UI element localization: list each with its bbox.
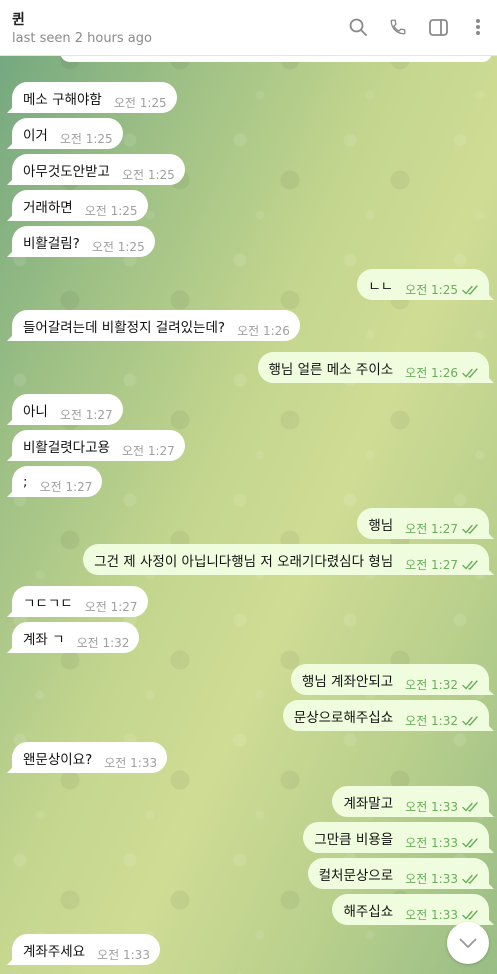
- message-time: 오전 1:33: [104, 756, 158, 770]
- message-text: ㄱㄷㄱㄷ: [23, 595, 73, 612]
- double-check-icon: [462, 559, 479, 570]
- chevron-down-icon: [459, 934, 477, 953]
- message-time: 오전 1:26: [237, 324, 290, 338]
- message-incoming[interactable]: 들어갈려는데 비활정지 걸려있는데? 오전 1:26: [12, 310, 300, 341]
- message-text: 계좌 ㄱ: [23, 631, 65, 648]
- last-seen-status: last seen 2 hours ago: [12, 31, 152, 46]
- message-time: 오전 1:27: [84, 600, 138, 614]
- message-incoming[interactable]: 아무것도안받고 오전 1:25: [12, 154, 185, 185]
- message-text: 계좌주세요: [23, 943, 86, 960]
- message-time: 오전 1:32: [405, 714, 458, 728]
- message-incoming[interactable]: 비활걸림? 오전 1:25: [12, 226, 155, 257]
- message-incoming[interactable]: ; 오전 1:27: [12, 466, 103, 497]
- message-text: 아무것도안받고: [23, 163, 110, 180]
- message-text: 계좌말고: [343, 795, 394, 812]
- message-time: 오전 1:26: [405, 366, 458, 380]
- message-time: 오전 1:27: [121, 444, 175, 458]
- message-text: 행님: [368, 517, 394, 534]
- message-time: 오전 1:25: [59, 132, 113, 146]
- message-text: ㄴㄴ: [368, 278, 394, 295]
- message-time: 오전 1:33: [405, 908, 458, 922]
- chat-header: 퀸 last seen 2 hours ago: [0, 0, 497, 56]
- double-check-icon: [462, 367, 479, 378]
- more-vert-icon[interactable]: [467, 16, 489, 38]
- message-time: 오전 1:33: [405, 800, 458, 814]
- message-outgoing[interactable]: 행님 계좌안되고 오전 1:32: [290, 664, 489, 695]
- double-check-icon: [462, 801, 479, 812]
- search-icon[interactable]: [347, 16, 369, 38]
- message-incoming[interactable]: 왠문상이요? 오전 1:33: [12, 742, 168, 773]
- phone-icon[interactable]: [387, 16, 409, 38]
- message-time: 오전 1:25: [91, 240, 145, 254]
- message-outgoing[interactable]: 행님 얼른 메소 주이소 오전 1:26: [257, 352, 489, 383]
- message-text: 비활걸렷다고용: [23, 439, 110, 456]
- message-text: 행님 얼른 메소 주이소: [268, 361, 394, 378]
- message-text: 거래하면: [23, 199, 73, 216]
- message-text: 들어갈려는데 비활정지 걸려있는데?: [23, 319, 226, 336]
- message-incoming[interactable]: 아니 오전 1:27: [12, 394, 123, 425]
- header-actions: [347, 16, 489, 38]
- message-incoming[interactable]: 비활걸렷다고용 오전 1:27: [12, 430, 185, 461]
- message-text: 비활걸림?: [23, 235, 80, 252]
- message-time: 오전 1:27: [405, 558, 458, 572]
- message-time: 오전 1:32: [405, 678, 458, 692]
- message-time: 오전 1:27: [39, 480, 93, 494]
- message-incoming[interactable]: 계좌 ㄱ 오전 1:32: [12, 622, 140, 653]
- contact-name[interactable]: 퀸: [12, 9, 25, 29]
- message-text: 컬처문상으로: [318, 867, 394, 884]
- scroll-to-bottom-button[interactable]: [447, 922, 489, 964]
- message-outgoing[interactable]: 그만큼 비용을 오전 1:33: [303, 822, 489, 853]
- message-time: 오전 1:33: [405, 872, 458, 886]
- partial-message-bubble: [60, 56, 492, 62]
- double-check-icon: [462, 284, 479, 295]
- message-outgoing[interactable]: 컬처문상으로 오전 1:33: [307, 858, 489, 889]
- message-text: 문상으로해주십쇼: [293, 709, 394, 726]
- message-time: 오전 1:33: [405, 836, 458, 850]
- double-check-icon: [462, 837, 479, 848]
- message-time: 오전 1:25: [113, 96, 167, 110]
- message-time: 오전 1:33: [97, 948, 150, 962]
- message-incoming[interactable]: 거래하면 오전 1:25: [12, 190, 148, 221]
- message-incoming[interactable]: 이거 오전 1:25: [12, 118, 123, 149]
- double-check-icon: [462, 909, 479, 920]
- message-outgoing[interactable]: 계좌말고 오전 1:33: [332, 786, 489, 817]
- message-text: 아니: [23, 403, 48, 420]
- message-text: 그만큼 비용을: [314, 831, 394, 848]
- message-incoming[interactable]: 계좌주세요 오전 1:33: [12, 934, 160, 965]
- message-text: 그건 제 사정이 아닙니다행님 저 오래기다렸심다 형님: [94, 553, 394, 570]
- sidebar-toggle-icon[interactable]: [427, 16, 449, 38]
- message-incoming[interactable]: ㄱㄷㄱㄷ 오전 1:27: [12, 586, 148, 617]
- message-outgoing[interactable]: 문상으로해주십쇼 오전 1:32: [282, 700, 489, 731]
- message-time: 오전 1:32: [76, 636, 130, 650]
- message-time: 오전 1:25: [121, 168, 175, 182]
- message-text: 왠문상이요?: [23, 751, 93, 768]
- message-list[interactable]: 메소 구해야함 오전 1:25 이거 오전 1:25 아무것도안받고 오전 1:25 …: [0, 56, 497, 974]
- message-text: 행님 계좌안되고: [301, 673, 394, 690]
- message-incoming[interactable]: 메소 구해야함 오전 1:25: [12, 82, 177, 113]
- message-time: 오전 1:27: [59, 408, 113, 422]
- message-time: 오전 1:25: [84, 204, 138, 218]
- double-check-icon: [462, 679, 479, 690]
- message-text: 이거: [23, 127, 48, 144]
- message-outgoing[interactable]: 행님 오전 1:27: [357, 508, 489, 539]
- message-outgoing[interactable]: 그건 제 사정이 아닙니다행님 저 오래기다렸심다 형님 오전 1:27: [83, 544, 489, 575]
- double-check-icon: [462, 873, 479, 884]
- message-time: 오전 1:25: [405, 283, 458, 297]
- message-outgoing[interactable]: ㄴㄴ 오전 1:25: [357, 269, 489, 300]
- message-outgoing[interactable]: 해주십쇼 오전 1:33: [332, 894, 489, 925]
- message-text: ;: [23, 473, 28, 490]
- message-text: 메소 구해야함: [23, 91, 102, 108]
- double-check-icon: [462, 523, 479, 534]
- message-time: 오전 1:27: [405, 522, 458, 536]
- message-text: 해주십쇼: [343, 903, 394, 920]
- double-check-icon: [462, 715, 479, 726]
